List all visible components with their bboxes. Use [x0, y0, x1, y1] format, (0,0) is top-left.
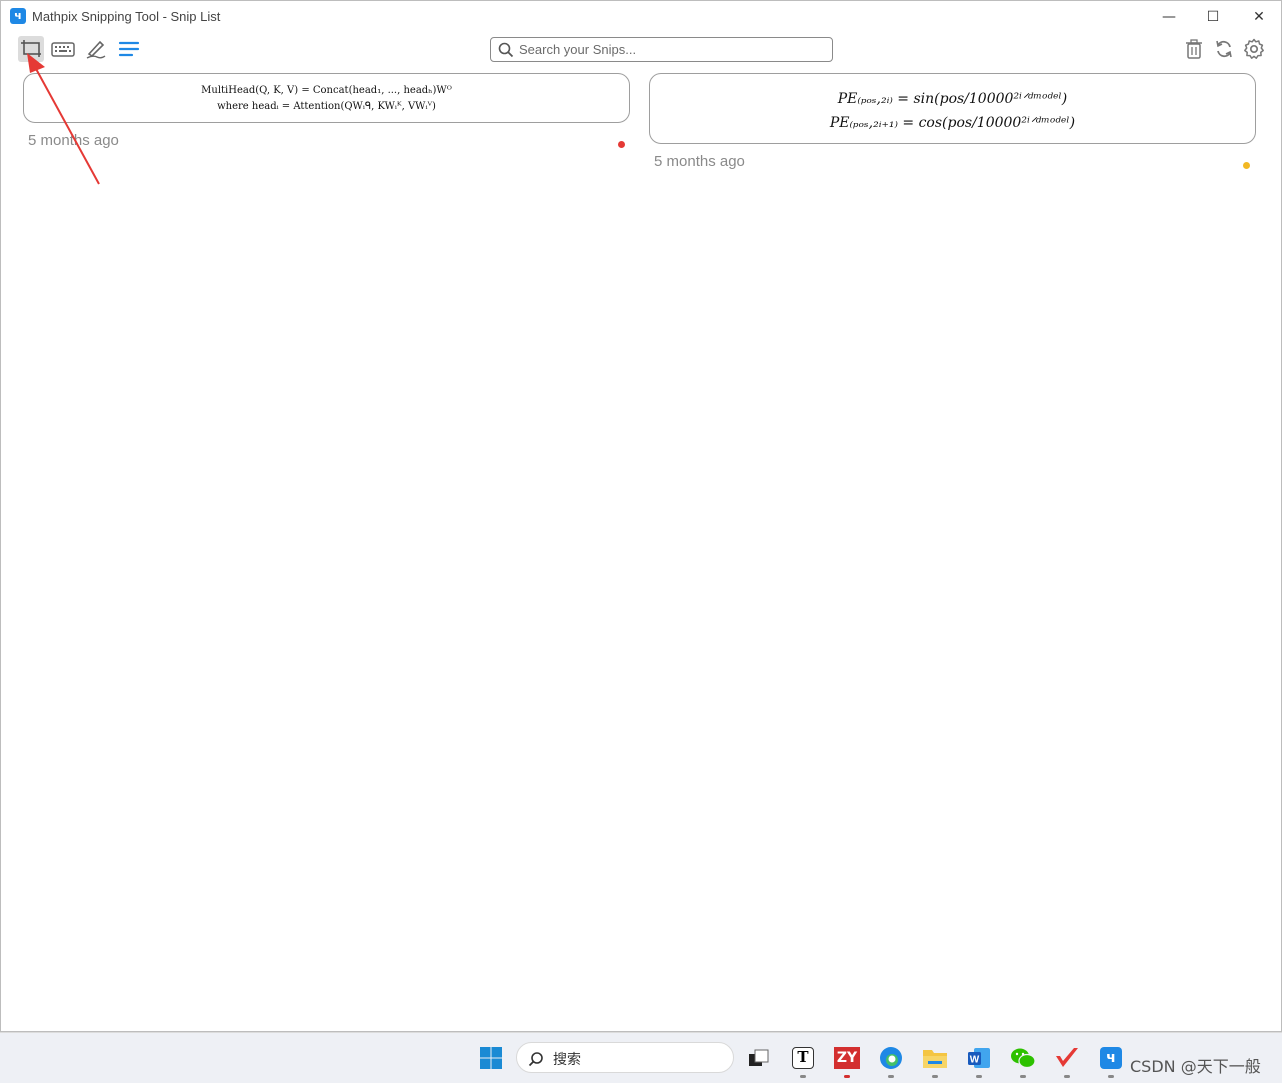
settings-button[interactable]	[1241, 36, 1267, 62]
mathpix-taskbar-app[interactable]: ч	[1097, 1044, 1125, 1078]
edge-icon	[880, 1047, 902, 1069]
word-icon: W	[968, 1048, 990, 1068]
csdn-watermark: CSDN @天下一般	[1130, 1057, 1261, 1076]
svg-text:W: W	[970, 1055, 980, 1066]
snip-list-button[interactable]	[116, 36, 142, 62]
file-explorer-icon	[923, 1050, 947, 1068]
zy-app-icon: ZY	[834, 1047, 860, 1069]
search-icon	[498, 42, 514, 58]
windows-taskbar: 搜索 T ZY W ч CSDN @天下一般	[0, 1032, 1282, 1083]
wechat-app[interactable]	[1009, 1044, 1037, 1078]
taskview-icon	[749, 1049, 769, 1066]
wechat-icon	[1011, 1048, 1036, 1069]
mathpix-app-icon: ч	[10, 8, 26, 24]
snip-status-dot	[618, 141, 625, 148]
word-app[interactable]: W	[965, 1044, 993, 1078]
mathpix-icon: ч	[1100, 1047, 1122, 1069]
taskview-button[interactable]	[745, 1044, 773, 1072]
settings-gear-icon	[1244, 38, 1264, 59]
toolbar	[1, 32, 1281, 68]
edge-app[interactable]	[877, 1044, 905, 1078]
search-input[interactable]	[519, 40, 824, 59]
trash-icon	[1186, 39, 1202, 59]
start-button[interactable]	[477, 1044, 505, 1072]
mathpix-window: ч Mathpix Snipping Tool - Snip List — ☐ …	[0, 0, 1282, 1032]
typora-app[interactable]: T	[789, 1044, 817, 1078]
snip-status-dot	[1243, 162, 1250, 169]
taskbar-search[interactable]: 搜索	[516, 1042, 734, 1073]
zy-app[interactable]: ZY	[833, 1044, 861, 1078]
minimize-button[interactable]: —	[1146, 1, 1192, 32]
snip-formula-line: PE₍ₚₒₛ,₂ᵢ₎ = sin(pos/10000²ⁱᐟᵈᵐᵒᵈᵉˡ)	[837, 91, 1068, 107]
list-menu-icon	[118, 41, 140, 57]
snip-formula-line: PE₍ₚₒₛ,₂ᵢ₊₁₎ = cos(pos/10000²ⁱᐟᵈᵐᵒᵈᵉˡ)	[829, 115, 1076, 131]
delete-button[interactable]	[1181, 36, 1207, 62]
red-check-app-icon	[1056, 1048, 1078, 1067]
typora-T-icon: T	[792, 1047, 814, 1069]
snip-formula-line: MultiHead(Q, K, V) = Concat(head₁, ..., …	[201, 85, 452, 96]
maximize-button[interactable]: ☐	[1190, 1, 1236, 32]
snip-timestamp: 5 months ago	[654, 153, 745, 170]
search-icon	[528, 1052, 543, 1067]
windows-start-icon	[480, 1047, 502, 1069]
snip-formula-line: where headᵢ = Attention(QWᵢᑫ, KWᵢᴷ, VWᵢⱽ…	[217, 101, 436, 112]
file-explorer-app[interactable]	[921, 1044, 949, 1078]
snip-card-2[interactable]: PE₍ₚₒₛ,₂ᵢ₎ = sin(pos/10000²ⁱᐟᵈᵐᵒᵈᵉˡ) PE₍…	[649, 73, 1256, 144]
annotation-arrow	[27, 53, 100, 185]
search-box[interactable]	[490, 37, 833, 62]
snip-card-1[interactable]: MultiHead(Q, K, V) = Concat(head₁, ..., …	[23, 73, 630, 123]
taskbar-search-label: 搜索	[553, 1052, 581, 1068]
red-check-app[interactable]	[1053, 1044, 1081, 1078]
title-bar[interactable]: ч Mathpix Snipping Tool - Snip List — ☐ …	[1, 1, 1281, 32]
close-button[interactable]: ✕	[1236, 1, 1282, 32]
sync-icon	[1216, 40, 1232, 58]
sync-button[interactable]	[1211, 36, 1237, 62]
window-title: Mathpix Snipping Tool - Snip List	[32, 9, 221, 24]
